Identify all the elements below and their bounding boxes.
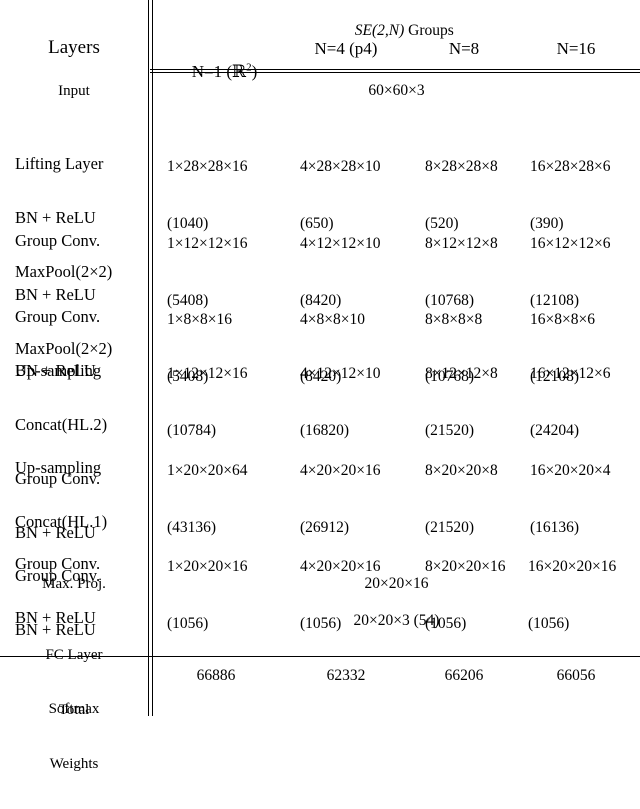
row-label-line: Group Conv. <box>15 307 101 326</box>
cell-shape: 1×12×12×16 <box>167 365 248 382</box>
row-label-total-weights: Total Weights <box>0 665 148 809</box>
cell-shape: 8×28×28×8 <box>425 158 498 175</box>
row-label-line: Up-sampling <box>15 458 102 477</box>
cell-shape: 16×28×28×6 <box>530 158 611 175</box>
row-label-line: Group Conv. <box>15 231 101 250</box>
group-title-rest: Groups <box>404 22 454 39</box>
cell-shape: 1×12×12×16 <box>167 235 248 252</box>
cell-group-conv-3-n1: 1×20×20×16 (1056) <box>167 519 247 671</box>
cell-shape: 16×20×20×4 <box>530 462 611 479</box>
cell-shape: 4×20×20×16 <box>300 462 381 479</box>
cell-shape: 4×20×20×16 <box>300 558 381 575</box>
total-value-n4: 62332 <box>326 667 366 684</box>
row-value-max-proj: 20×20×16 <box>364 575 429 592</box>
row-label-input: Input <box>58 83 90 99</box>
column-header-n16: N=16 <box>556 39 596 58</box>
row-label-line: Total <box>58 702 90 718</box>
row-label-line: Weights <box>49 756 99 772</box>
cell-shape: 8×20×20×16 <box>425 558 506 575</box>
row-label-line: Up-sampling <box>15 361 102 380</box>
network-architecture-table: SE(2,N) Groups Layers N=1 (ℝ2) N=4 (p4) … <box>0 0 640 772</box>
vertical-rule-left <box>148 0 149 716</box>
cell-shape: 16×12×12×6 <box>530 365 611 382</box>
cell-shape: 16×12×12×6 <box>530 235 611 252</box>
cell-shape: 16×20×20×16 <box>528 558 617 575</box>
cell-shape: 4×12×12×10 <box>300 235 381 252</box>
layers-header: Layers <box>48 37 100 58</box>
row-label-line: Group Conv. <box>15 554 101 573</box>
cell-shape: 8×12×12×8 <box>425 235 498 252</box>
cell-group-conv-3-n4: 4×20×20×16 (1056) <box>300 519 380 671</box>
cell-group-conv-3-n8: 8×20×20×16 (1056) <box>425 519 505 671</box>
row-label-line: FC Layer <box>45 647 103 663</box>
row-value-input: 60×60×3 <box>368 82 425 99</box>
group-title-italic: SE(2,N) <box>354 22 405 39</box>
cell-shape: 4×28×28×10 <box>300 158 381 175</box>
cell-shape: 1×20×20×64 <box>167 462 248 479</box>
cell-group-conv-3-n16: 16×20×20×16 (1056) <box>528 519 616 671</box>
total-value-n16: 66056 <box>556 667 596 684</box>
cell-shape: 8×20×20×8 <box>425 462 498 479</box>
row-value-fc-layer: 20×20×3 (54) <box>353 612 440 629</box>
cell-shape: 1×20×20×16 <box>167 558 248 575</box>
row-label-max-proj: Max. Proj. <box>42 576 106 592</box>
cell-shape: 1×28×28×16 <box>167 158 248 175</box>
column-header-n8: N=8 <box>448 39 480 58</box>
total-value-n8: 66206 <box>444 667 484 684</box>
column-header-n4: N=4 (p4) <box>314 39 378 58</box>
row-label-line: Lifting Layer <box>15 154 104 173</box>
column-header-n1-text: N=1 (ℝ2) <box>191 61 258 82</box>
total-value-n1: 66886 <box>196 667 236 684</box>
cell-shape: 8×12×12×8 <box>425 365 498 382</box>
cell-shape: 4×12×12×10 <box>300 365 381 382</box>
vertical-rule-right <box>152 0 153 716</box>
